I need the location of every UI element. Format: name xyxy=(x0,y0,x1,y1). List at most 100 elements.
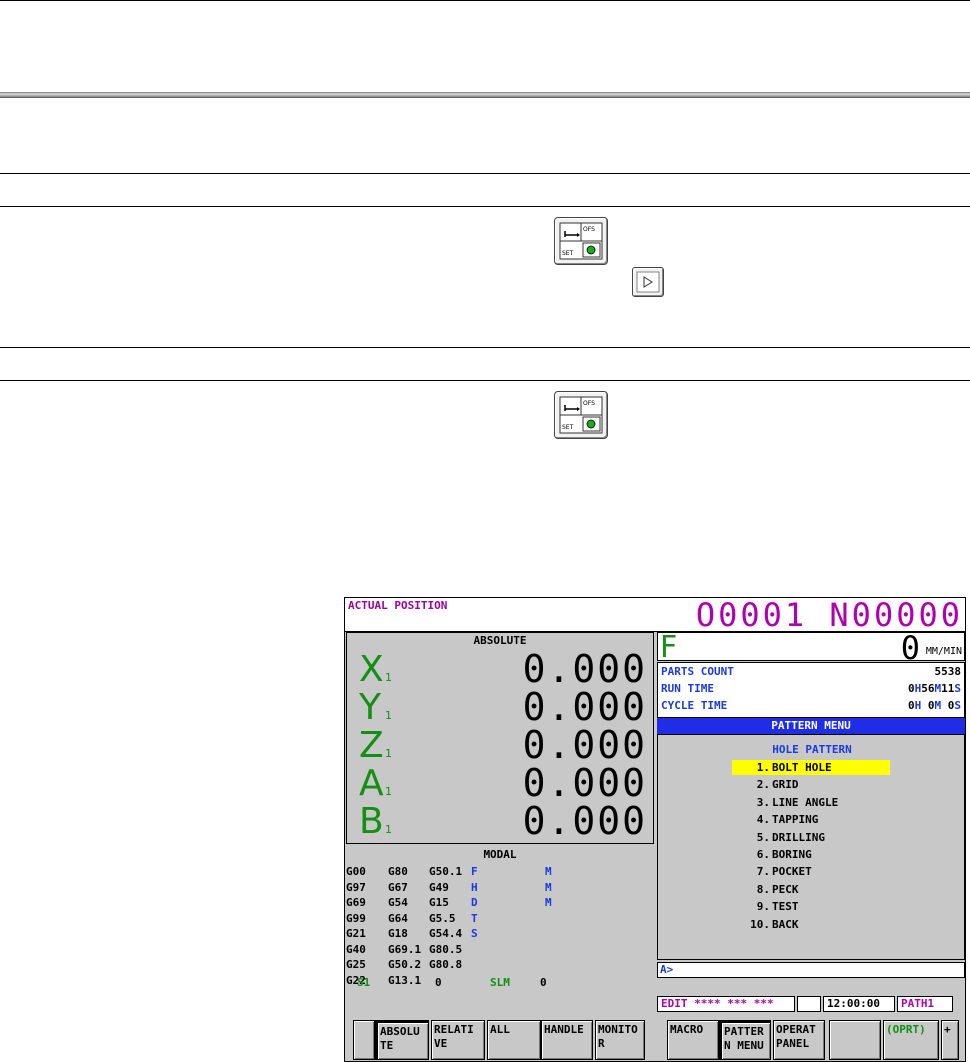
softkey-11[interactable]: (OPRT) xyxy=(883,1020,939,1060)
item-label: TAPPING xyxy=(772,813,819,827)
slm-label: SLM xyxy=(490,976,510,989)
screen-top-bar: ACTUAL POSITION O0001 N00000 xyxy=(345,596,965,634)
axis-row-z: Z 1 0.000 xyxy=(347,723,653,767)
status-blank xyxy=(797,996,821,1012)
pattern-menu-item[interactable]: 9. TEST xyxy=(732,899,890,914)
axis-row-x: X 1 0.000 xyxy=(347,647,653,691)
item-number: 7. xyxy=(756,865,770,879)
parts-count-label: PARTS COUNT xyxy=(661,665,734,678)
screen-title: ACTUAL POSITION xyxy=(348,599,448,612)
right-panel: F 0 MM/MIN PARTS COUNT 5538 RUN TIME 0H5… xyxy=(657,629,965,960)
softkey-10[interactable] xyxy=(829,1020,881,1060)
modal-cell: G80.5 xyxy=(429,942,463,956)
modal-cell: G67 xyxy=(388,880,408,894)
run-time-label: RUN TIME xyxy=(661,682,714,695)
softkey-0[interactable] xyxy=(353,1020,375,1060)
svg-text:OFS: OFS xyxy=(583,400,595,407)
program-number: O0001 N00000 xyxy=(695,596,963,634)
pattern-menu-item[interactable]: 4. TAPPING xyxy=(732,812,890,827)
axis-subscript: 1 xyxy=(385,709,392,722)
axis-letter: X xyxy=(359,649,384,690)
svg-text:SET: SET xyxy=(562,250,574,257)
svg-text:SET: SET xyxy=(562,424,574,431)
cycle-time-label: CYCLE TIME xyxy=(661,699,728,712)
item-number: 3. xyxy=(756,795,770,809)
modal-cell: G64 xyxy=(388,911,408,925)
modal-cell: S xyxy=(471,927,478,940)
modal-cell: H xyxy=(471,880,478,894)
item-number: 9. xyxy=(756,900,770,914)
modal-title: MODAL xyxy=(483,848,517,861)
modal-cell: G00 xyxy=(346,865,366,878)
item-label: GRID xyxy=(772,778,799,792)
modal-cell: F xyxy=(471,865,478,878)
axis-value: 0.000 xyxy=(522,799,647,843)
modal-cell: G80 xyxy=(388,865,408,878)
modal-cell: M xyxy=(545,865,552,878)
item-number: 1. xyxy=(756,761,770,774)
modal-cell: M xyxy=(545,896,552,909)
feed-letter: F xyxy=(660,630,678,665)
axis-subscript: 1 xyxy=(385,785,392,798)
path-status: PATH1 xyxy=(897,996,953,1012)
axis-letter: B xyxy=(359,801,384,842)
spindle-value: 0 xyxy=(435,976,442,989)
pattern-menu-header: PATTERN MENU xyxy=(657,718,965,734)
modal-cell: G50.2 xyxy=(388,958,422,971)
axis-letter: A xyxy=(359,763,384,804)
pattern-menu-item[interactable]: 5. DRILLING xyxy=(732,830,890,845)
absolute-title: ABSOLUTE xyxy=(473,634,527,647)
softkey-12[interactable]: + xyxy=(941,1020,959,1060)
axis-row-y: Y 1 0.000 xyxy=(347,685,653,729)
item-number: 8. xyxy=(756,882,770,896)
softkey-6[interactable] xyxy=(647,1020,665,1060)
softkey-4[interactable]: HANDLE xyxy=(541,1020,593,1060)
modal-cell: G40 xyxy=(346,942,366,956)
pattern-menu-item[interactable]: 7. POCKET xyxy=(732,864,890,879)
pattern-menu-item[interactable]: 3. LINE ANGLE xyxy=(732,795,890,810)
softkey-1[interactable]: ABSOLU TE xyxy=(375,1020,429,1060)
item-number: 6. xyxy=(756,848,770,861)
run-time-value: 0H56M11S xyxy=(908,682,961,695)
modal-cell: G15 xyxy=(429,896,449,909)
pattern-menu-list: HOLE PATTERN 1. BOLT HOLE 2. GRID 3. LINE ANG… xyxy=(657,734,965,960)
softkey-9[interactable]: OPERAT PANEL xyxy=(773,1020,825,1060)
modal-cell: G80.8 xyxy=(429,958,463,971)
slm-value: 0 xyxy=(540,976,547,989)
axis-subscript: 1 xyxy=(385,747,392,760)
modal-panel: MODAL G00 G80 G50.1 F M G97 G67 G49 H M G69 G54 G15 D… xyxy=(345,846,655,996)
pattern-menu-item[interactable]: 6. BORING xyxy=(732,847,890,862)
pattern-menu-item[interactable]: 2. GRID xyxy=(732,777,890,792)
modal-cell: G69 xyxy=(346,896,366,909)
pattern-menu-item[interactable]: 1. BOLT HOLE xyxy=(732,760,890,775)
counts-box: PARTS COUNT 5538 RUN TIME 0H56M11S CYCLE… xyxy=(657,662,965,718)
status-bar: EDIT **** *** *** 12:00:00 PATH1 xyxy=(657,996,953,1014)
section-rule-4 xyxy=(0,380,970,381)
item-label: BACK xyxy=(772,917,799,931)
softkey-3[interactable]: ALL xyxy=(487,1020,541,1060)
pattern-menu-item[interactable]: 10. BACK xyxy=(732,917,890,932)
softkey-7[interactable]: MACRO xyxy=(667,1020,719,1060)
modal-cell: G69.1 xyxy=(388,942,422,956)
axis-subscript: 1 xyxy=(385,671,392,684)
modal-cell: G5.5 xyxy=(429,911,456,925)
softkey-2[interactable]: RELATI VE xyxy=(431,1020,485,1060)
item-label: PECK xyxy=(772,882,799,896)
modal-cell: G18 xyxy=(388,927,408,940)
mode-status: EDIT **** *** *** xyxy=(657,996,795,1012)
axis-row-a: A 1 0.000 xyxy=(347,761,653,805)
axis-letter: Z xyxy=(359,725,384,766)
absolute-position-panel: ABSOLUTE X 1 0.000 Y 1 0.000 Z 1 0.000 A 1 0.000 B 1 0… xyxy=(346,632,654,844)
item-label: BOLT HOLE xyxy=(772,761,832,774)
softkey-5[interactable]: MONITO R xyxy=(595,1020,645,1060)
header-rule xyxy=(0,92,970,98)
pattern-menu-item[interactable]: 8. PECK xyxy=(732,882,890,897)
cycle-time-value: 0H 0M 0S xyxy=(908,699,961,712)
input-prompt[interactable]: A> xyxy=(657,962,965,978)
softkey-8[interactable]: PATTER N MENU xyxy=(719,1020,771,1060)
item-label: TEST xyxy=(772,900,799,914)
modal-cell: G54 xyxy=(388,896,408,909)
spindle-label: S1 xyxy=(357,976,371,989)
section-rule-1 xyxy=(0,173,970,174)
section-rule-3 xyxy=(0,347,970,348)
